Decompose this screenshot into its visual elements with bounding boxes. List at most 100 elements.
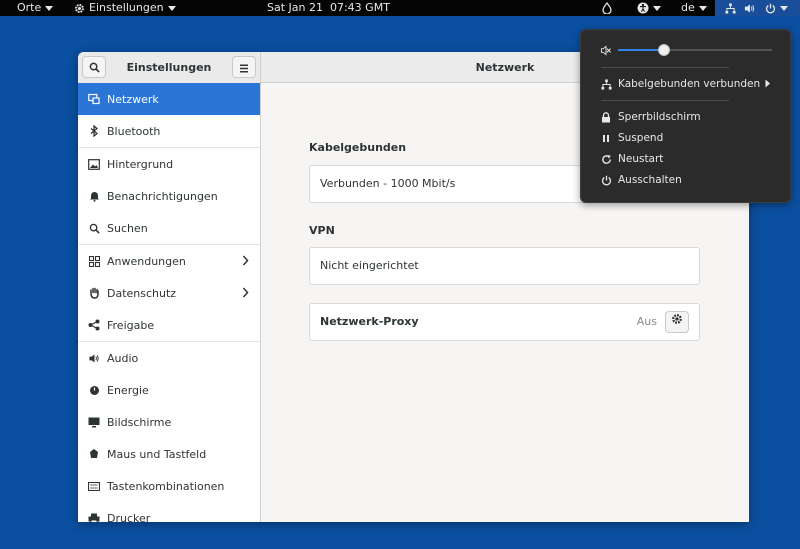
sidebar-item-netzwerk[interactable]: Netzwerk [78, 83, 260, 115]
hand-icon [87, 286, 101, 300]
keyboard-layout-menu[interactable]: de [681, 0, 707, 16]
volume-slider[interactable] [618, 44, 772, 56]
restart-label: Neustart [618, 153, 664, 165]
search-button[interactable] [82, 56, 106, 78]
sidebar-item-label: Hintergrund [107, 157, 174, 171]
proxy-status: Aus [636, 315, 657, 328]
network-menu-item[interactable]: Kabelgebunden verbunden [581, 74, 791, 94]
sidebar-item-datenschutz[interactable]: Datenschutz [78, 277, 260, 309]
sidebar-item-benachrichtigungen[interactable]: Benachrichtigungen [78, 180, 260, 212]
network-menu-label: Kabelgebunden verbunden [618, 78, 761, 90]
sidebar-item-maus-und-tastfeld[interactable]: Maus und Tastfeld [78, 438, 260, 470]
chevron-right-icon [765, 79, 771, 91]
volume-icon [744, 3, 755, 14]
sidebar-item-label: Bildschirme [107, 415, 172, 429]
suspend-item[interactable]: Suspend [581, 128, 791, 148]
search-icon [87, 221, 101, 235]
apps-grid-icon [87, 254, 101, 268]
lock-screen-item[interactable]: Sperrbildschirm [581, 107, 791, 127]
restart-item[interactable]: Neustart [581, 149, 791, 169]
sidebar-item-tastenkombinationen[interactable]: Tastenkombinationen [78, 470, 260, 502]
bluetooth-icon [87, 124, 101, 138]
sidebar-item-label: Energie [107, 383, 149, 397]
wired-status: Verbunden - 1000 Mbit/s [320, 177, 456, 190]
pause-icon [600, 132, 612, 144]
top-bar: Orte Einstellungen Sat Jan 21 07:43 GMT … [0, 0, 800, 16]
power-icon [600, 174, 612, 186]
lock-icon [600, 111, 612, 123]
sidebar-header: Einstellungen [78, 52, 261, 83]
wired-network-icon [600, 78, 612, 90]
printer-icon [87, 511, 101, 522]
keyboard-layout-label: de [681, 1, 695, 14]
places-label: Orte [17, 1, 42, 14]
sidebar-item-energie[interactable]: Energie [78, 374, 260, 406]
wired-section-title: Kabelgebunden [309, 141, 407, 154]
sidebar-item-label: Audio [107, 351, 139, 365]
power-icon [765, 3, 776, 14]
sidebar-item-label: Maus und Tastfeld [107, 447, 207, 461]
drop-icon [602, 2, 612, 14]
power-icon [87, 383, 101, 397]
chevron-down-icon [167, 5, 176, 11]
restart-icon [600, 153, 612, 165]
power-off-item[interactable]: Ausschalten [581, 170, 791, 190]
sidebar: Netzwerk Bluetooth Hintergrund Benachric… [78, 83, 261, 522]
proxy-settings-button[interactable] [665, 311, 689, 333]
lock-screen-label: Sperrbildschirm [618, 111, 701, 123]
sidebar-item-label: Netzwerk [107, 92, 159, 106]
volume-slider-handle[interactable] [658, 44, 671, 56]
app-menu-label: Einstellungen [89, 1, 164, 14]
menu-separator [601, 100, 729, 101]
app-menu[interactable]: Einstellungen [74, 0, 176, 16]
chevron-down-icon [698, 5, 707, 11]
sidebar-item-bildschirme[interactable]: Bildschirme [78, 406, 260, 438]
main-menu-button[interactable] [232, 56, 256, 78]
sidebar-item-hintergrund[interactable]: Hintergrund [78, 148, 260, 180]
places-menu[interactable]: Orte [17, 0, 54, 16]
sidebar-item-label: Drucker [107, 511, 151, 523]
sidebar-item-anwendungen[interactable]: Anwendungen [78, 245, 260, 277]
bell-icon [87, 189, 101, 203]
power-off-label: Ausschalten [618, 174, 682, 186]
sidebar-item-audio[interactable]: Audio [78, 342, 260, 374]
suspend-label: Suspend [618, 132, 664, 144]
search-icon [89, 58, 100, 77]
network-icon [87, 92, 101, 106]
sidebar-title: Einstellungen [126, 61, 212, 74]
chevron-right-icon [242, 255, 249, 269]
system-menu-button[interactable] [715, 0, 800, 16]
vpn-row[interactable]: Nicht eingerichtet [309, 247, 700, 285]
sidebar-item-suchen[interactable]: Suchen [78, 212, 260, 244]
volume-row [581, 40, 791, 60]
sidebar-item-label: Datenschutz [107, 286, 177, 300]
gear-icon [671, 304, 683, 340]
hamburger-icon [239, 58, 249, 77]
sidebar-item-label: Anwendungen [107, 254, 186, 268]
volume-muted-icon [600, 44, 612, 56]
vpn-section-title: VPN [309, 224, 335, 237]
sidebar-item-freigabe[interactable]: Freigabe [78, 309, 260, 341]
chevron-down-icon [653, 5, 661, 11]
accessibility-menu[interactable] [637, 0, 661, 16]
proxy-label: Netzwerk-Proxy [320, 315, 419, 328]
sidebar-item-label: Suchen [107, 221, 148, 235]
network-proxy-row[interactable]: Netzwerk-Proxy Aus [309, 303, 700, 341]
night-light-indicator[interactable] [602, 0, 612, 16]
chevron-down-icon [45, 5, 54, 11]
keyboard-icon [87, 479, 101, 493]
speaker-icon [87, 351, 101, 365]
menu-separator [601, 67, 729, 68]
sidebar-item-label: Benachrichtigungen [107, 189, 218, 203]
wired-network-icon [725, 2, 736, 14]
vpn-status: Nicht eingerichtet [320, 259, 419, 272]
sidebar-item-label: Tastenkombinationen [107, 479, 225, 493]
mouse-icon [87, 447, 101, 461]
sidebar-item-bluetooth[interactable]: Bluetooth [78, 115, 260, 147]
background-icon [87, 157, 101, 171]
chevron-right-icon [242, 287, 249, 301]
gear-icon [74, 3, 85, 14]
clock[interactable]: Sat Jan 21 07:43 GMT [267, 0, 390, 16]
sidebar-item-drucker[interactable]: Drucker [78, 502, 260, 522]
accessibility-icon [637, 2, 649, 14]
